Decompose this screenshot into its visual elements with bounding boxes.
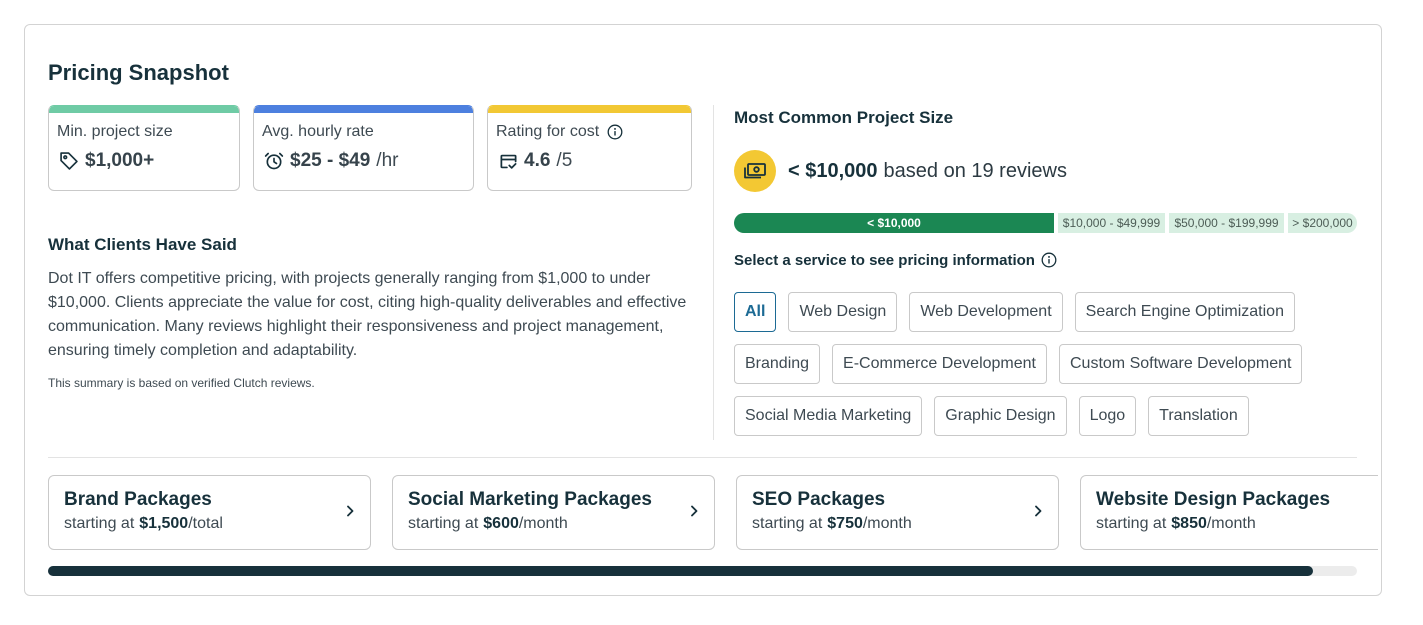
service-chip-web-development[interactable]: Web Development — [909, 292, 1063, 332]
service-chip-translation[interactable]: Translation — [1148, 396, 1249, 436]
service-chip-logo[interactable]: Logo — [1078, 396, 1137, 436]
price-prefix: starting at — [752, 515, 823, 532]
tag-icon — [59, 151, 79, 171]
stat-label: Avg. hourly rate — [262, 122, 374, 142]
stat-label-text: Avg. hourly rate — [262, 123, 374, 140]
price-prefix: starting at — [408, 515, 479, 532]
project-size-segment: $10,000 - $49,999 — [1058, 213, 1165, 233]
stat-value: 4.6 — [524, 150, 551, 171]
package-price: $600 — [483, 515, 519, 532]
service-chip-branding[interactable]: Branding — [734, 344, 821, 384]
service-prompt-text: Select a service to see pricing informat… — [734, 251, 1035, 269]
package-price: $750 — [827, 515, 863, 532]
stat-unit: /5 — [556, 150, 573, 171]
stat-label: Rating for cost — [496, 122, 623, 142]
pricing-snapshot-panel: Pricing Snapshot Min. project size $1,00… — [24, 24, 1382, 596]
service-chip-seo[interactable]: Search Engine Optimization — [1074, 292, 1295, 332]
service-chip-web-design[interactable]: Web Design — [788, 292, 898, 332]
chevron-right-icon — [690, 505, 698, 517]
service-chip-graphic-design[interactable]: Graphic Design — [934, 396, 1067, 436]
accent-strip — [488, 106, 691, 113]
project-size-heading: Most Common Project Size — [734, 108, 954, 127]
most-common-value: < $10,000 — [788, 160, 878, 182]
stat-value-row: 4.6 /5 — [498, 149, 572, 173]
section-divider — [48, 457, 1357, 458]
price-unit: /month — [1206, 515, 1256, 532]
column-divider — [713, 105, 714, 440]
section-title: Pricing Snapshot — [48, 60, 229, 85]
package-price-line: starting at $600/month — [408, 513, 568, 535]
stat-avg-hourly-rate: Avg. hourly rate $25 - $49 /hr — [253, 105, 474, 191]
stat-label: Min. project size — [57, 122, 173, 142]
price-prefix: starting at — [64, 515, 135, 532]
package-card-seo[interactable]: SEO Packages starting at $750/month — [736, 475, 1059, 550]
price-unit: /month — [518, 515, 568, 532]
carousel-scroll-thumb[interactable] — [48, 566, 1313, 576]
service-chip-ecommerce-development[interactable]: E-Commerce Development — [832, 344, 1047, 384]
service-chip-all[interactable]: All — [734, 292, 777, 332]
stat-value-row: $1,000+ — [59, 149, 154, 173]
package-carousel: Brand Packages starting at $1,500/total S… — [48, 475, 1378, 551]
stat-unit: /hr — [376, 150, 399, 171]
chevron-right-icon — [1034, 505, 1042, 517]
package-card-social-marketing[interactable]: Social Marketing Packages starting at $60… — [392, 475, 715, 550]
project-size-bar: < $10,000 $10,000 - $49,999 $50,000 - $1… — [734, 213, 1357, 233]
project-size-segment: < $10,000 — [734, 213, 1054, 233]
package-price-line: starting at $1,500/total — [64, 513, 223, 535]
package-price: $850 — [1171, 515, 1207, 532]
package-card-website-design[interactable]: Website Design Packages starting at $850/… — [1080, 475, 1378, 550]
alarm-clock-icon — [264, 151, 284, 171]
price-unit: /total — [188, 515, 223, 532]
package-price-line: starting at $750/month — [752, 513, 912, 535]
clients-heading: What Clients Have Said — [48, 235, 237, 254]
package-title: SEO Packages — [752, 489, 886, 510]
package-card-brand[interactable]: Brand Packages starting at $1,500/total — [48, 475, 371, 550]
info-icon[interactable] — [607, 124, 623, 140]
card-check-icon — [498, 152, 518, 171]
stat-value-row: $25 - $49 /hr — [264, 149, 398, 173]
accent-strip — [254, 106, 473, 113]
package-price: $1,500 — [139, 515, 189, 532]
chevron-right-icon — [346, 505, 354, 517]
stat-value: $25 - $49 — [290, 150, 371, 171]
summary-note: This summary is based on verified Clutch… — [48, 376, 315, 390]
money-bill-icon — [734, 150, 776, 192]
project-size-segment: > $200,000 — [1288, 213, 1357, 233]
reviews-count-text: based on 19 reviews — [883, 160, 1067, 182]
package-price-line: starting at $850/month — [1096, 513, 1256, 535]
carousel-scrollbar[interactable] — [48, 566, 1357, 576]
accent-strip — [49, 106, 239, 113]
package-title: Website Design Packages — [1096, 489, 1331, 510]
package-title: Brand Packages — [64, 489, 212, 510]
project-size-segment: $50,000 - $199,999 — [1169, 213, 1284, 233]
stat-rating-for-cost: Rating for cost 4.6 /5 — [487, 105, 692, 191]
service-chip-custom-software-development[interactable]: Custom Software Development — [1059, 344, 1303, 384]
stat-label-text: Min. project size — [57, 123, 173, 140]
stat-value: $1,000+ — [85, 150, 155, 171]
clients-summary: Dot IT offers competitive pricing, with … — [48, 270, 687, 359]
price-unit: /month — [862, 515, 912, 532]
most-common-summary: < $10,000 based on 19 reviews — [788, 157, 1067, 185]
service-filter: All Web Design Web Development Search En… — [734, 292, 1357, 436]
package-title: Social Marketing Packages — [408, 489, 652, 510]
info-icon[interactable] — [1041, 252, 1057, 268]
service-chip-social-media-marketing[interactable]: Social Media Marketing — [734, 396, 923, 436]
stat-min-project-size: Min. project size $1,000+ — [48, 105, 240, 191]
price-prefix: starting at — [1096, 515, 1167, 532]
stat-label-text: Rating for cost — [496, 123, 600, 140]
service-prompt: Select a service to see pricing informat… — [734, 249, 1057, 271]
